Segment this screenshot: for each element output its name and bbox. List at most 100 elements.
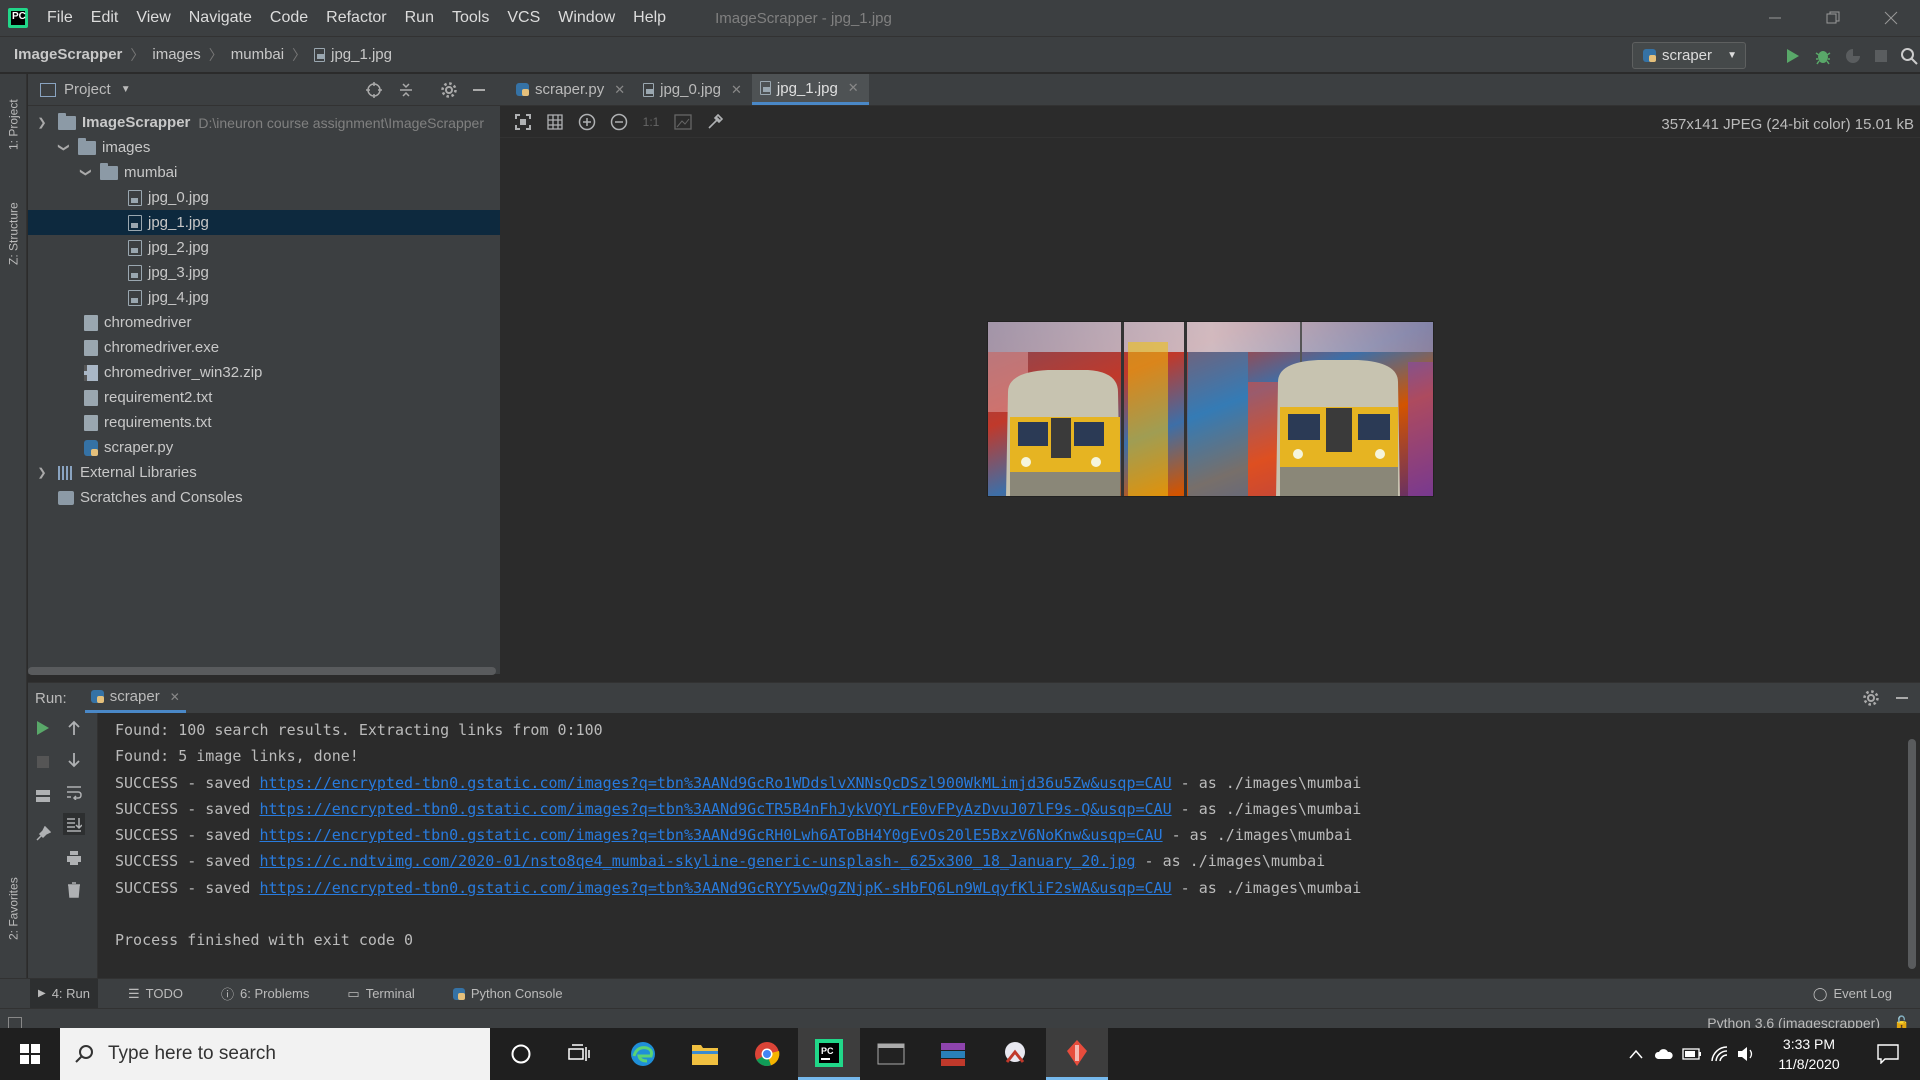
debug-button[interactable]	[1812, 45, 1834, 67]
menu-help[interactable]: Help	[624, 0, 675, 36]
breadcrumb-mumbai[interactable]: mumbai	[231, 46, 284, 63]
stop-button[interactable]	[1870, 45, 1892, 67]
tab-jpg-0[interactable]: jpg_0.jpg ✕	[635, 74, 752, 105]
taskbar-app-terminal[interactable]	[860, 1028, 922, 1080]
scroll-to-end-button[interactable]	[63, 813, 85, 835]
tree-item-external-libraries[interactable]: ❯ External Libraries	[28, 460, 500, 485]
volume-tray-icon[interactable]	[1734, 1028, 1758, 1080]
tool-tab-problems[interactable]: ⓘ 6: Problems	[213, 979, 317, 1009]
taskbar-app-edge[interactable]	[612, 1028, 674, 1080]
fit-width-button[interactable]	[672, 111, 694, 133]
wifi-tray-icon[interactable]	[1708, 1028, 1732, 1080]
menu-vcs[interactable]: VCS	[498, 0, 549, 36]
menu-refactor[interactable]: Refactor	[317, 0, 395, 36]
tree-item-chromedriver[interactable]: chromedriver	[28, 310, 500, 335]
close-window-button[interactable]	[1862, 0, 1920, 36]
tool-tab-python-console[interactable]: Python Console	[445, 979, 571, 1009]
tree-item-chromedriver-zip[interactable]: chromedriver_win32.zip	[28, 360, 500, 385]
tree-item-requirement2[interactable]: requirement2.txt	[28, 385, 500, 410]
taskbar-search-box[interactable]: Type here to search	[60, 1028, 490, 1080]
tree-item-jpg-2[interactable]: jpg_2.jpg	[28, 235, 500, 260]
tool-windows-toggle-icon[interactable]	[8, 1016, 22, 1029]
run-settings-button[interactable]	[1862, 689, 1880, 711]
battery-tray-icon[interactable]	[1680, 1028, 1704, 1080]
onedrive-tray-icon[interactable]	[1652, 1028, 1676, 1080]
horizontal-scrollbar[interactable]	[28, 667, 496, 675]
tree-item-jpg-3[interactable]: jpg_3.jpg	[28, 260, 500, 285]
clock[interactable]: 3:33 PM 11/8/2020	[1764, 1028, 1854, 1080]
search-everywhere-button[interactable]	[1898, 45, 1920, 67]
panel-settings-button[interactable]	[438, 80, 460, 100]
tab-jpg-1[interactable]: jpg_1.jpg ✕	[751, 74, 869, 105]
restore-button[interactable]	[1804, 0, 1862, 36]
menu-tools[interactable]: Tools	[443, 0, 498, 36]
hide-run-button[interactable]	[1894, 689, 1910, 709]
action-center-button[interactable]	[1866, 1028, 1910, 1080]
taskbar-app-explorer[interactable]	[674, 1028, 736, 1080]
tree-item-requirements[interactable]: requirements.txt	[28, 410, 500, 435]
zoom-out-button[interactable]	[608, 111, 630, 133]
tool-tab-terminal[interactable]: ▭ Terminal	[339, 979, 422, 1009]
run-button[interactable]	[1782, 45, 1804, 67]
tool-tab-run[interactable]: ▶ 4: Run	[30, 978, 99, 1009]
start-button[interactable]	[0, 1028, 60, 1080]
grid-toggle-button[interactable]	[544, 111, 566, 133]
taskbar-app-archiver[interactable]	[922, 1028, 984, 1080]
run-configuration-dropdown[interactable]: scraper ▼	[1632, 42, 1746, 69]
close-tab-icon[interactable]: ✕	[614, 82, 625, 98]
tree-item-scratches[interactable]: Scratches and Consoles	[28, 485, 500, 510]
menu-navigate[interactable]: Navigate	[180, 0, 261, 36]
hide-panel-button[interactable]	[468, 80, 490, 100]
menu-view[interactable]: View	[127, 0, 179, 36]
event-log-button[interactable]: ◯ Event Log	[1805, 979, 1900, 1009]
tree-item-jpg-0[interactable]: jpg_0.jpg	[28, 185, 500, 210]
layout-button[interactable]	[32, 785, 54, 807]
run-with-coverage-button[interactable]	[1842, 45, 1864, 67]
tool-tab-todo[interactable]: ☰ TODO	[120, 979, 191, 1009]
console-link[interactable]: https://encrypted-tbn0.gstatic.com/image…	[260, 800, 1172, 818]
breadcrumb-images[interactable]: images	[152, 46, 200, 63]
console-link[interactable]: https://c.ndtvimg.com/2020-01/nsto8qe4_m…	[260, 852, 1136, 870]
task-view-button[interactable]	[548, 1028, 610, 1080]
menu-code[interactable]: Code	[261, 0, 317, 36]
fit-zoom-button[interactable]	[512, 111, 534, 133]
collapse-all-button[interactable]	[395, 80, 417, 100]
color-picker-button[interactable]	[704, 111, 726, 133]
vertical-scrollbar[interactable]	[1908, 739, 1916, 969]
cortana-button[interactable]	[490, 1028, 552, 1080]
tree-item-scraper-py[interactable]: scraper.py	[28, 435, 500, 460]
taskbar-app-snipping[interactable]	[984, 1028, 1046, 1080]
soft-wrap-button[interactable]	[63, 781, 85, 803]
tree-item-mumbai[interactable]: ❯ mumbai	[28, 160, 500, 185]
tree-item-images[interactable]: ❯ images	[28, 135, 500, 160]
print-button[interactable]	[63, 847, 85, 869]
console-link[interactable]: https://encrypted-tbn0.gstatic.com/image…	[260, 774, 1172, 792]
rerun-button[interactable]	[32, 717, 54, 739]
scroll-up-button[interactable]	[63, 717, 85, 739]
taskbar-app-ide-helper[interactable]	[1046, 1028, 1108, 1080]
zoom-in-button[interactable]	[576, 111, 598, 133]
tab-favorites-tool[interactable]: 2: Favorites	[0, 864, 27, 954]
minimize-button[interactable]	[1746, 0, 1804, 36]
tab-scraper-py[interactable]: scraper.py ✕	[508, 74, 635, 105]
menu-edit[interactable]: Edit	[82, 0, 128, 36]
menu-run[interactable]: Run	[396, 0, 443, 36]
tab-structure-tool[interactable]: Z: Structure	[0, 184, 27, 284]
actual-size-button[interactable]: 1:1	[640, 111, 662, 133]
close-tab-icon[interactable]: ✕	[170, 690, 180, 704]
run-tab-scraper[interactable]: scraper ✕	[84, 683, 186, 713]
stop-run-button[interactable]	[32, 751, 54, 773]
tree-item-jpg-4[interactable]: jpg_4.jpg	[28, 285, 500, 310]
clear-all-button[interactable]	[63, 879, 85, 901]
locate-file-button[interactable]	[363, 80, 385, 100]
taskbar-app-chrome[interactable]	[736, 1028, 798, 1080]
dropdown-arrow-icon[interactable]: ▼	[121, 84, 131, 95]
scroll-down-button[interactable]	[63, 749, 85, 771]
console-link[interactable]: https://encrypted-tbn0.gstatic.com/image…	[260, 826, 1163, 844]
menu-file[interactable]: File	[38, 0, 82, 36]
breadcrumb-project[interactable]: ImageScrapper	[14, 46, 122, 63]
close-tab-icon[interactable]: ✕	[848, 80, 859, 96]
show-hidden-icons-button[interactable]	[1624, 1028, 1648, 1080]
tree-item-jpg-1[interactable]: jpg_1.jpg	[28, 210, 500, 235]
project-panel-title[interactable]: Project	[64, 81, 111, 98]
